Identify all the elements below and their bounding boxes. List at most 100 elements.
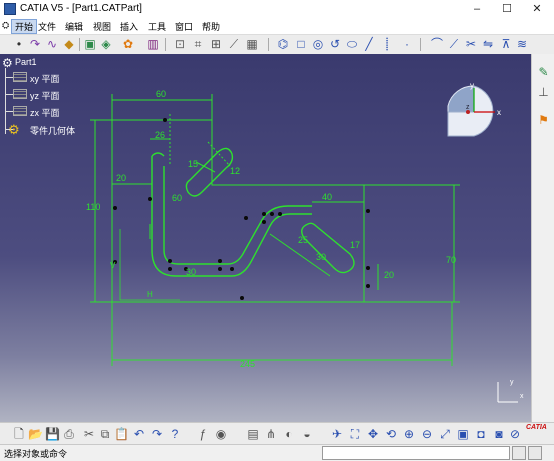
3d-viewport[interactable]: ⚙ Part1 xy 平面 yz 平面 zx 平面 ⚙ 零件几何体 y x z	[0, 54, 531, 422]
circle-icon[interactable]: ◎	[311, 37, 325, 51]
dim-30-bottom[interactable]: 30	[186, 267, 196, 277]
grid-icon[interactable]: ▥	[146, 37, 160, 51]
zoom-in-icon[interactable]: ⊕	[402, 427, 416, 441]
profile-icon[interactable]: ↷	[28, 37, 42, 51]
menu-window[interactable]: 窗口	[175, 20, 193, 33]
knowledge-icon[interactable]: ◉	[214, 427, 228, 441]
status-button[interactable]	[512, 446, 526, 460]
workbench-icon[interactable]: ⚑	[535, 112, 552, 129]
arc-icon[interactable]: ↺	[328, 37, 342, 51]
menu-tools[interactable]: 工具	[148, 20, 166, 33]
window-title: CATIA V5 - [Part1.CATPart]	[20, 3, 142, 14]
snap-icon[interactable]: ⊡	[173, 37, 187, 51]
title-bar: CATIA V5 - [Part1.CATPart] – ☐ ✕	[0, 0, 554, 20]
point-tool-icon[interactable]: ·	[400, 37, 414, 51]
dim-245[interactable]: 245	[240, 359, 255, 369]
sketch-channel-inner[interactable]	[163, 166, 312, 265]
dim-30-right[interactable]: 30	[316, 252, 326, 262]
sketcher-icon[interactable]: ✎	[535, 64, 552, 81]
dim-17[interactable]: 17	[350, 240, 360, 250]
dim-110[interactable]: 110	[86, 202, 100, 212]
constraint-v-label: V	[110, 261, 116, 270]
dim-25[interactable]: 25	[298, 235, 308, 245]
status-button[interactable]	[528, 446, 542, 460]
minimize-button[interactable]: –	[462, 0, 492, 19]
dim-70[interactable]: 70	[446, 255, 456, 265]
rotate-icon[interactable]: ⟲	[384, 427, 398, 441]
menu-insert[interactable]: 插入	[120, 20, 138, 33]
catia-app-icon[interactable]	[4, 3, 16, 15]
dim-60-top[interactable]: 60	[156, 89, 166, 99]
exit-workbench-icon[interactable]: ◈	[99, 37, 113, 51]
save-icon[interactable]: 💾	[45, 427, 60, 441]
constraint-toggle-icon[interactable]: ⊥	[535, 84, 552, 101]
dim-20-right[interactable]: 20	[384, 270, 394, 280]
menu-file[interactable]: 文件	[38, 20, 56, 33]
axis-x-label: x	[520, 393, 524, 400]
auto-constraint-icon[interactable]: ▦	[245, 37, 259, 51]
new-icon[interactable]: 🗋	[12, 427, 26, 441]
tree-icon[interactable]: ⋔	[264, 427, 278, 441]
paste-icon[interactable]: 📋	[114, 427, 129, 441]
offset-icon[interactable]: ≋	[515, 37, 529, 51]
help-icon[interactable]: ?	[168, 427, 182, 441]
swap-icon[interactable]: ◒	[300, 427, 314, 441]
render-style-icon[interactable]: ◘	[474, 427, 488, 441]
spline-icon[interactable]: ∿	[45, 37, 59, 51]
dim-60-mid[interactable]: 60	[172, 193, 182, 203]
mirror-icon[interactable]: ⇋	[481, 37, 495, 51]
ellipse-icon[interactable]: ⬭	[345, 37, 359, 51]
geometric-constraint-icon[interactable]: ⊞	[209, 37, 223, 51]
constraint-icon[interactable]: ✿	[121, 37, 135, 51]
point-icon[interactable]: ⌬	[276, 37, 290, 51]
dim-26[interactable]: 26	[155, 130, 165, 140]
hide-icon[interactable]: ◙	[492, 427, 506, 441]
command-input[interactable]	[322, 446, 510, 460]
chamfer-icon[interactable]: ⟋	[447, 37, 461, 51]
formula-icon[interactable]: ƒ	[196, 427, 210, 441]
project-icon[interactable]: ⊼	[499, 37, 513, 51]
swap-space-icon[interactable]: ⊘	[508, 427, 522, 441]
rectangle-icon[interactable]: □	[294, 37, 308, 51]
start-menu-icon[interactable]: ⛭	[2, 20, 9, 31]
corner-icon[interactable]: ⌒	[430, 37, 444, 51]
views-icon[interactable]: ▣	[456, 427, 470, 441]
print-icon[interactable]: ⎙	[62, 427, 76, 441]
menu-help[interactable]: 帮助	[202, 20, 220, 33]
eraser-icon[interactable]: ◆	[62, 37, 76, 51]
line-icon[interactable]: ╱	[362, 37, 376, 51]
sketch-upper-slot[interactable]	[185, 147, 234, 197]
sketch-icon[interactable]: ▣	[83, 37, 97, 51]
open-icon[interactable]: 📂	[28, 427, 43, 441]
undo-icon[interactable]: ↶	[132, 427, 146, 441]
maximize-button[interactable]: ☐	[492, 0, 522, 19]
menu-view[interactable]: 视图	[93, 20, 111, 33]
hide-show-icon[interactable]: ◐	[282, 427, 296, 441]
copy-icon[interactable]: ⧉	[98, 427, 112, 441]
cut-icon[interactable]: ✂	[82, 427, 96, 441]
fit-all-icon[interactable]: ⛶	[348, 427, 362, 441]
sketch-right-slot[interactable]	[301, 222, 355, 274]
dim-20-left[interactable]: 20	[116, 173, 126, 183]
dim-15[interactable]: 15	[188, 159, 198, 169]
trim-icon[interactable]: ✂	[464, 37, 478, 51]
status-bar: 选择对象或命令	[0, 444, 554, 461]
table-icon[interactable]: ▤	[246, 427, 260, 441]
construction-icon[interactable]: ⌗	[191, 37, 205, 51]
dim-40[interactable]: 40	[322, 192, 332, 202]
dot-icon[interactable]: •	[12, 37, 26, 51]
dim-12[interactable]: 12	[230, 166, 240, 176]
sketch-canvas[interactable]: 60 26 15 12 20 110 60 40 17 70 20 30 25 …	[0, 54, 531, 422]
menu-start[interactable]: 开始	[11, 19, 38, 34]
fly-icon[interactable]: ✈	[330, 427, 344, 441]
normal-view-icon[interactable]: ⤢	[438, 427, 452, 441]
catia-logo: CATIA	[526, 424, 547, 431]
pan-icon[interactable]: ✥	[366, 427, 380, 441]
right-toolbar: ✎ ⊥ ⚑	[531, 54, 554, 422]
axis-line-icon[interactable]: ⸽	[380, 37, 394, 51]
zoom-out-icon[interactable]: ⊖	[420, 427, 434, 441]
dimensional-constraint-icon[interactable]: ⟋	[227, 37, 241, 51]
menu-edit[interactable]: 编辑	[65, 20, 83, 33]
redo-icon[interactable]: ↷	[150, 427, 164, 441]
close-button[interactable]: ✕	[522, 0, 552, 19]
